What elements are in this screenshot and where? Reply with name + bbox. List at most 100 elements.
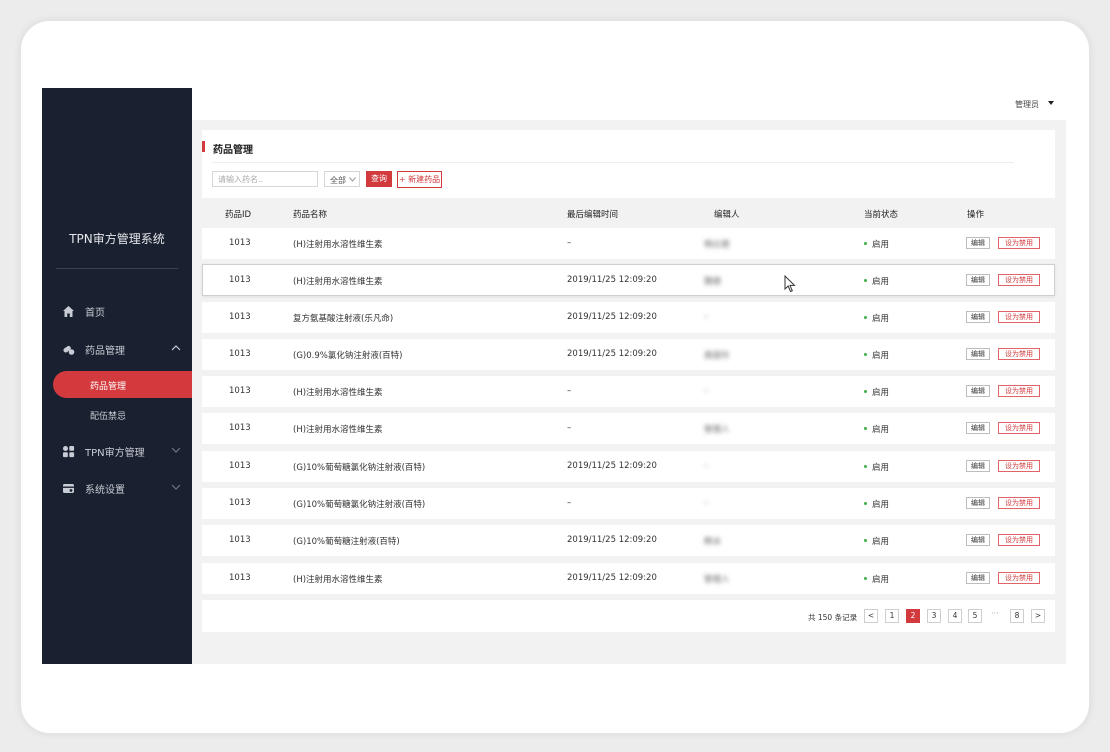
caret-down-icon[interactable] xyxy=(1048,101,1054,105)
cell-time: – xyxy=(567,423,572,433)
cell-id: 1013 xyxy=(229,349,251,359)
cell-status: 启用 xyxy=(872,463,890,473)
chevron-down-icon xyxy=(171,484,181,490)
sidebar-item-tpn-review[interactable]: TPN审方管理 xyxy=(42,436,192,466)
disable-button[interactable]: 设为禁用 xyxy=(998,274,1040,286)
sidebar-item-settings[interactable]: 系统设置 xyxy=(42,473,192,503)
sidebar-subitem-incompatibility[interactable]: 配伍禁忌 xyxy=(53,401,192,428)
sidebar-subitem-drug-management[interactable]: 药品管理 xyxy=(53,371,192,398)
table-row[interactable]: 1013 (H)注射用水溶性维生素 – 管理人 启用 编辑 设为禁用 xyxy=(202,413,1055,444)
cell-time: 2019/11/25 12:09:20 xyxy=(567,573,657,583)
grid-icon xyxy=(63,446,75,458)
cell-status: 启用 xyxy=(872,425,890,435)
edit-button[interactable]: 编辑 xyxy=(966,460,990,472)
disable-button[interactable]: 设为禁用 xyxy=(998,348,1040,360)
edit-button[interactable]: 编辑 xyxy=(966,237,990,249)
status-dot xyxy=(864,427,867,430)
edit-button[interactable]: 编辑 xyxy=(966,572,990,584)
status-dot xyxy=(864,577,867,580)
cell-editor: 高丽玲 xyxy=(704,351,730,361)
cell-status: 启用 xyxy=(872,575,890,585)
cell-time: 2019/11/25 12:09:20 xyxy=(567,349,657,359)
cell-editor: – xyxy=(704,312,709,322)
search-input[interactable] xyxy=(212,171,318,187)
table-row[interactable]: 1013 (H)注射用水溶性维生素 – 杨比德 启用 编辑 设为禁用 xyxy=(202,228,1055,259)
edit-button[interactable]: 编辑 xyxy=(966,385,990,397)
page-button-2[interactable]: 2 xyxy=(906,609,920,623)
status-dot xyxy=(864,539,867,542)
table-row[interactable]: 1013 (G)10%葡萄糖氯化钠注射液(百特) 2019/11/25 12:0… xyxy=(202,451,1055,482)
sidebar-item-drugs[interactable]: 药品管理 xyxy=(42,334,192,364)
status-dot xyxy=(864,279,867,282)
edit-button[interactable]: 编辑 xyxy=(966,348,990,360)
edit-button[interactable]: 编辑 xyxy=(966,497,990,509)
edit-button[interactable]: 编辑 xyxy=(966,274,990,286)
cell-time: 2019/11/25 12:09:20 xyxy=(567,275,657,285)
sidebar-subitem-label: 药品管理 xyxy=(90,382,127,392)
status-dot xyxy=(864,502,867,505)
cell-time: 2019/11/25 12:09:20 xyxy=(567,461,657,471)
query-button[interactable]: 查询 xyxy=(366,171,392,187)
cell-id: 1013 xyxy=(229,573,251,583)
disable-button[interactable]: 设为禁用 xyxy=(998,460,1040,472)
cell-status: 启用 xyxy=(872,277,890,287)
cell-status: 启用 xyxy=(872,314,890,324)
table-row[interactable]: 1013 (G)0.9%氯化钠注射液(百特) 2019/11/25 12:09:… xyxy=(202,339,1055,370)
cell-id: 1013 xyxy=(229,275,251,285)
new-drug-button[interactable]: + 新建药品 xyxy=(397,171,442,188)
cell-time: – xyxy=(567,498,572,508)
disable-button[interactable]: 设为禁用 xyxy=(998,385,1040,397)
disable-button[interactable]: 设为禁用 xyxy=(998,497,1040,509)
edit-button[interactable]: 编辑 xyxy=(966,534,990,546)
pagination-ellipsis: ··· xyxy=(991,609,999,618)
select-value: 全部 xyxy=(330,176,346,185)
cell-name: (G)10%葡萄糖氯化钠注射液(百特) xyxy=(293,463,426,473)
status-dot xyxy=(864,242,867,245)
disable-button[interactable]: 设为禁用 xyxy=(998,572,1040,584)
status-dot xyxy=(864,390,867,393)
edit-button[interactable]: 编辑 xyxy=(966,422,990,434)
edit-button[interactable]: 编辑 xyxy=(966,311,990,323)
table-header xyxy=(202,198,1055,226)
status-filter-select[interactable]: 全部 xyxy=(324,171,360,187)
cell-editor: 管理人 xyxy=(704,575,730,585)
page-button-5[interactable]: 5 xyxy=(968,609,982,623)
table-row[interactable]: 1013 (H)注射用水溶性维生素 2019/11/25 12:09:20 管理… xyxy=(202,563,1055,594)
disable-button[interactable]: 设为禁用 xyxy=(998,237,1040,249)
next-page-button[interactable]: > xyxy=(1031,609,1045,623)
cell-status: 启用 xyxy=(872,500,890,510)
cell-id: 1013 xyxy=(229,238,251,248)
table-row[interactable]: 1013 (H)注射用水溶性维生素 2019/11/25 12:09:20 魏德… xyxy=(202,264,1055,296)
cell-editor: – xyxy=(704,498,709,508)
cell-name: (G)10%葡萄糖注射液(百特) xyxy=(293,537,400,547)
settings-card-icon xyxy=(63,484,74,493)
cell-status: 启用 xyxy=(872,240,890,250)
table-row[interactable]: 1013 (G)10%葡萄糖注射液(百特) 2019/11/25 12:09:2… xyxy=(202,525,1055,556)
page-button-3[interactable]: 3 xyxy=(927,609,941,623)
cell-editor: – xyxy=(704,461,709,471)
filter-card xyxy=(202,130,1055,198)
cell-id: 1013 xyxy=(229,461,251,471)
cell-name: (H)注射用水溶性维生素 xyxy=(293,575,383,585)
page-button-4[interactable]: 4 xyxy=(948,609,962,623)
home-icon xyxy=(63,306,74,317)
user-menu[interactable]: 管理员 xyxy=(1015,99,1039,110)
cell-id: 1013 xyxy=(229,498,251,508)
pills-icon xyxy=(63,345,75,355)
column-header-name: 药品名称 xyxy=(293,210,328,220)
page-button-last[interactable]: 8 xyxy=(1010,609,1024,623)
sidebar-divider xyxy=(56,268,178,269)
disable-button[interactable]: 设为禁用 xyxy=(998,422,1040,434)
disable-button[interactable]: 设为禁用 xyxy=(998,534,1040,546)
sidebar-item-home[interactable]: 首页 xyxy=(42,296,192,326)
cell-status: 启用 xyxy=(872,537,890,547)
disable-button[interactable]: 设为禁用 xyxy=(998,311,1040,323)
table-row[interactable]: 1013 (G)10%葡萄糖氯化钠注射液(百特) – – 启用 编辑 设为禁用 xyxy=(202,488,1055,519)
table-row[interactable]: 1013 (H)注射用水溶性维生素 – – 启用 编辑 设为禁用 xyxy=(202,376,1055,407)
column-header-editor: 编辑人 xyxy=(714,210,740,220)
page-button-1[interactable]: 1 xyxy=(885,609,899,623)
prev-page-button[interactable]: < xyxy=(864,609,878,623)
cell-name: (H)注射用水溶性维生素 xyxy=(293,277,383,287)
table-row[interactable]: 1013 复方氨基酸注射液(乐凡命) 2019/11/25 12:09:20 –… xyxy=(202,302,1055,333)
status-dot xyxy=(864,353,867,356)
